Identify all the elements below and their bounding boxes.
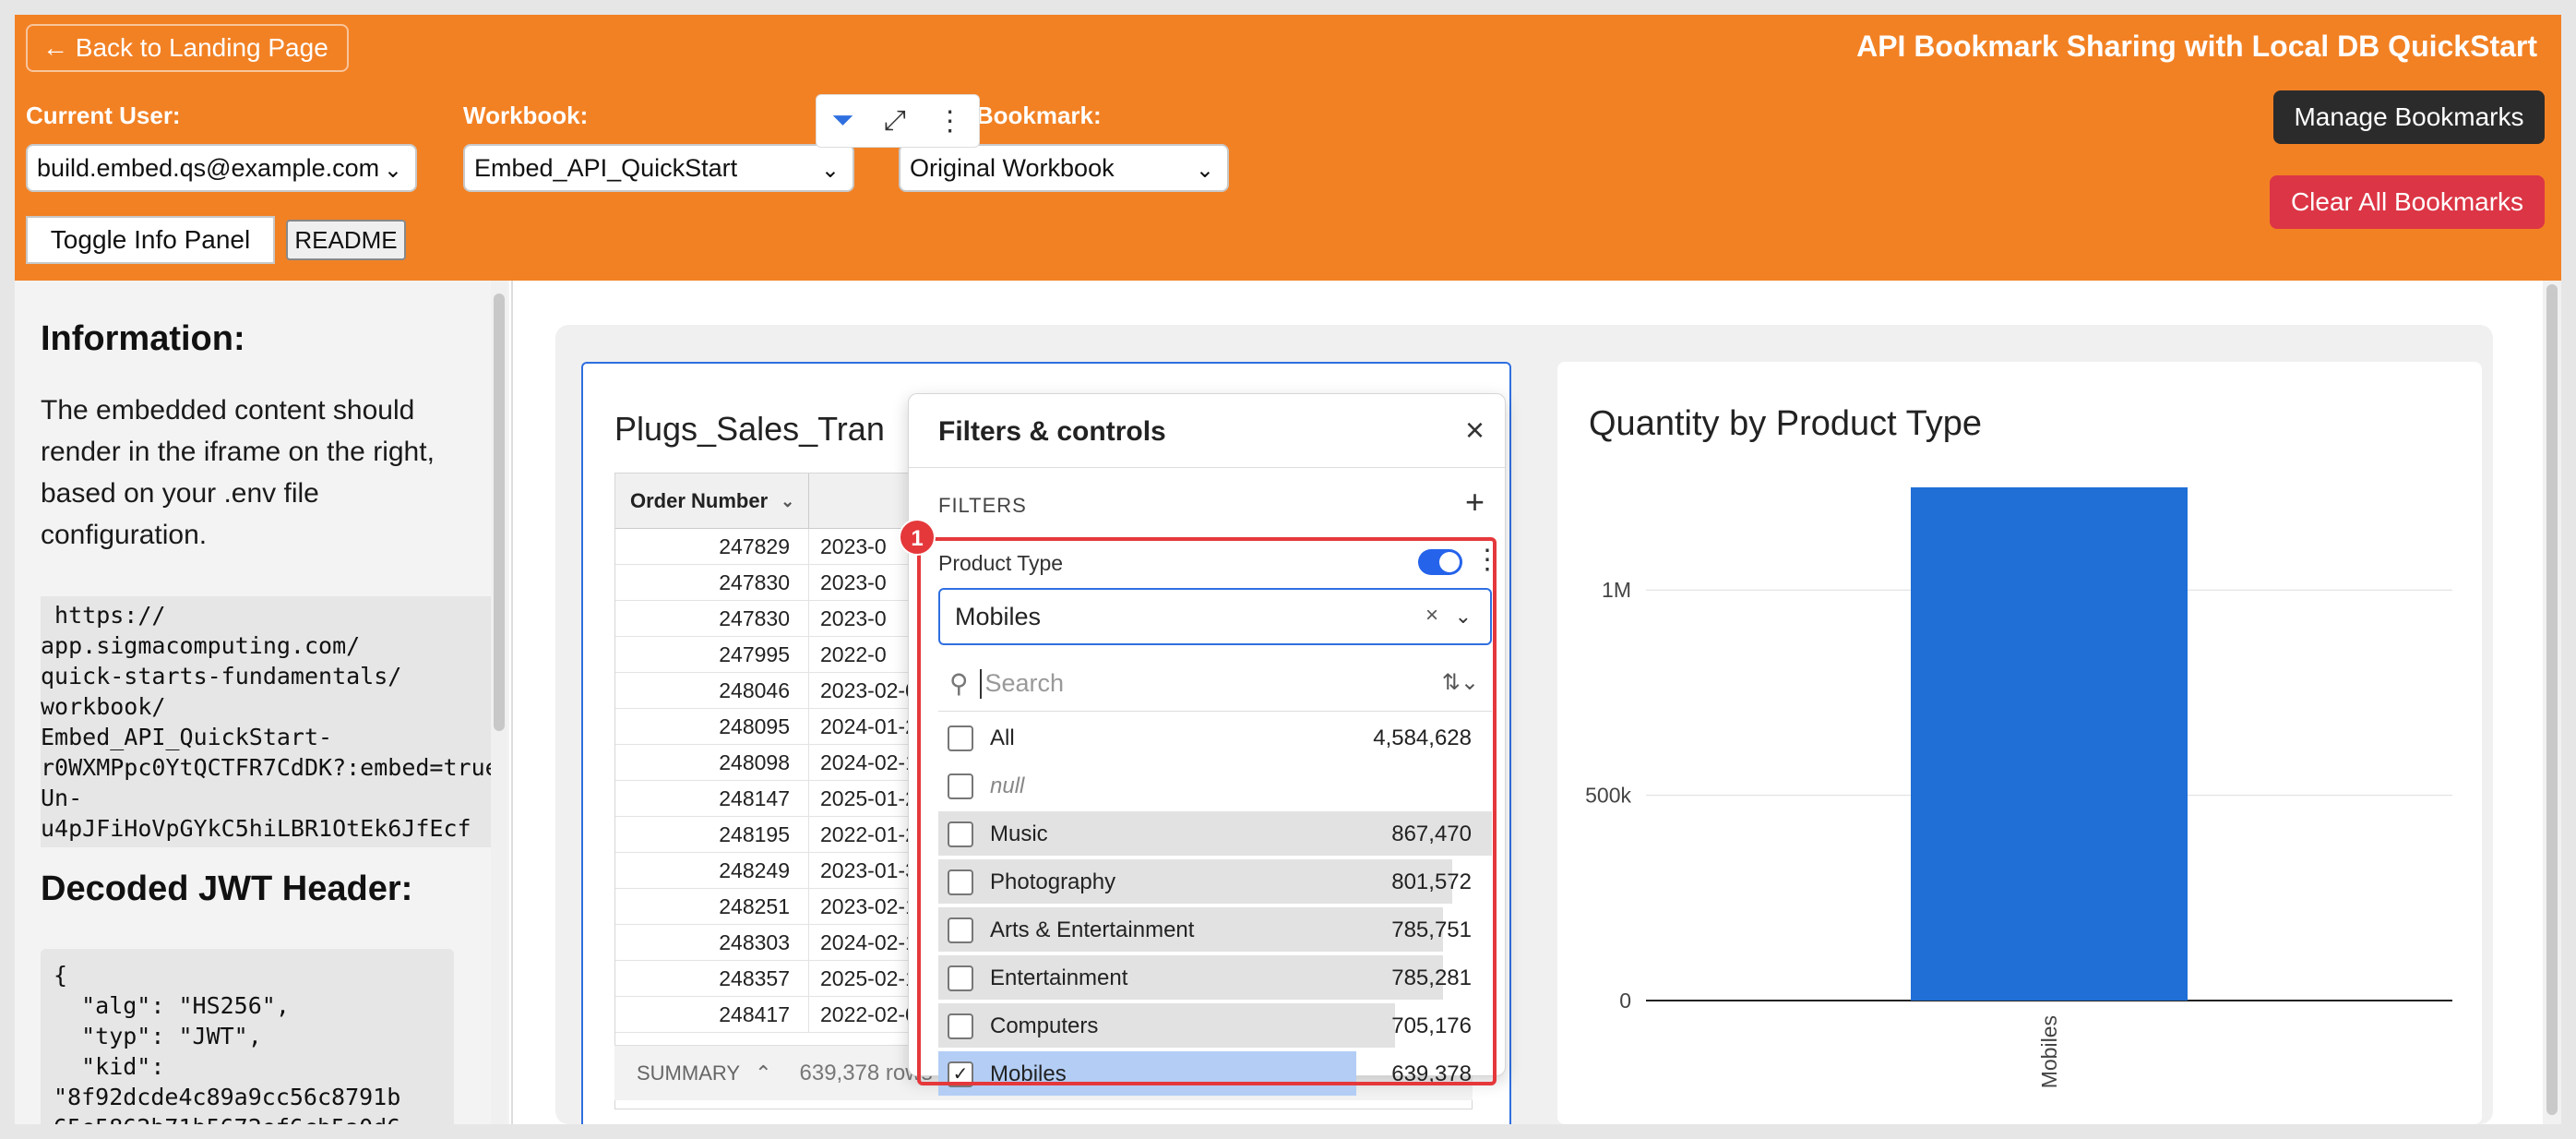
order-number-cell: 248303	[615, 925, 809, 961]
order-number-cell: 248251	[615, 889, 809, 925]
date-cell: 2024-02-1	[820, 930, 917, 954]
y-tick-label: 0	[1619, 989, 1631, 1013]
embed-iframe: Plugs_Sales_Tran Order Number ⌄ 247829 20…	[511, 281, 2561, 1124]
column-header-order-number[interactable]: Order Number ⌄	[615, 474, 809, 529]
order-number-cell: 247830	[615, 601, 809, 637]
date-cell: 2024-02-1	[820, 750, 917, 774]
chart-element[interactable]: Quantity by Product Type 0 500k 1M Mobiles	[1557, 362, 2482, 1124]
order-number-cell: 248249	[615, 853, 809, 889]
jwt-header-json: { "alg": "HS256", "typ": "JWT", "kid": "…	[41, 949, 454, 1124]
info-paragraph: The embedded content should render in th…	[41, 395, 435, 550]
order-number-cell: 247995	[615, 637, 809, 673]
summary-label: SUMMARY	[637, 1061, 741, 1085]
filters-section-label: FILTERS	[938, 494, 1027, 517]
manage-bookmarks-button[interactable]: Manage Bookmarks	[2273, 90, 2545, 144]
clear-all-bookmarks-button[interactable]: Clear All Bookmarks	[2270, 175, 2545, 229]
bar-mobiles[interactable]	[1911, 487, 2188, 1001]
workbook-label: Workbook:	[463, 102, 589, 129]
filter-icon[interactable]: ⏷	[831, 105, 853, 137]
current-user-value: build.embed.qs@example.com	[37, 153, 380, 182]
annotation-badge: 1	[899, 519, 936, 556]
add-filter-icon[interactable]: +	[1465, 483, 1485, 522]
info-panel: Information: The embedded content should…	[15, 281, 509, 1124]
scrollbar-thumb[interactable]	[2546, 284, 2558, 1115]
workbook-value: Embed_API_QuickStart	[474, 153, 738, 182]
info-panel-scrollbar[interactable]	[491, 281, 507, 1124]
embed-scrollbar[interactable]	[2543, 281, 2561, 1124]
current-user-select[interactable]: build.embed.qs@example.com ⌄	[26, 144, 417, 192]
more-options-icon[interactable]: ⋮	[936, 105, 964, 138]
embed-url: https:// app.sigmacomputing.com/ quick-s…	[41, 596, 502, 847]
chevron-down-icon[interactable]: ⌄	[781, 492, 794, 511]
order-number-cell: 247829	[615, 529, 809, 565]
app-frame: ← Back to Landing Page API Bookmark Shar…	[15, 15, 2561, 1124]
order-number-cell: 248195	[615, 817, 809, 853]
date-cell: 2022-01-2	[820, 822, 917, 846]
order-number-cell: 248095	[615, 709, 809, 745]
order-number-cell: 248357	[615, 961, 809, 997]
date-cell: 2022-0	[820, 642, 887, 666]
toggle-info-panel-button[interactable]: Toggle Info Panel	[26, 216, 275, 264]
back-to-landing-button[interactable]: ← Back to Landing Page	[26, 24, 349, 72]
current-user-label: Current User:	[26, 102, 181, 129]
y-tick-label: 1M	[1602, 578, 1631, 602]
date-cell: 2023-0	[820, 606, 887, 630]
expand-icon[interactable]: ⤢	[884, 105, 906, 137]
filters-panel-header: Filters & controls ×	[909, 394, 1505, 468]
saved-bookmark-select[interactable]: Original Workbook ⌄	[899, 144, 1229, 192]
order-number-cell: 247830	[615, 565, 809, 601]
close-icon[interactable]: ×	[1465, 411, 1485, 450]
app-header: ← Back to Landing Page API Bookmark Shar…	[15, 15, 2561, 281]
table-title: Plugs_Sales_Tran	[614, 410, 885, 448]
order-number-cell: 248147	[615, 781, 809, 817]
column-header-label: Order Number	[630, 489, 769, 512]
annotation-highlight-box	[917, 537, 1497, 1085]
readme-button[interactable]: README	[286, 220, 406, 260]
date-cell: 2023-01-3	[820, 858, 917, 882]
chevron-up-icon[interactable]: ⌃	[755, 1061, 771, 1085]
filters-panel-title: Filters & controls	[938, 416, 1166, 447]
date-cell: 2023-0	[820, 570, 887, 594]
info-heading: Information:	[41, 319, 245, 358]
date-cell: 2023-02-1	[820, 894, 917, 918]
bar-chart: 0 500k 1M Mobiles	[1585, 487, 2452, 1088]
date-cell: 2024-01-2	[820, 714, 917, 738]
date-cell: 2025-01-2	[820, 786, 917, 810]
date-cell: 2023-02-0	[820, 678, 917, 702]
date-cell: 2022-02-0	[820, 1002, 917, 1026]
app-title: API Bookmark Sharing with Local DB Quick…	[1856, 30, 2537, 63]
workbook-select[interactable]: Embed_API_QuickStart ⌄	[463, 144, 854, 192]
scrollbar-thumb[interactable]	[494, 294, 505, 731]
date-cell: 2023-0	[820, 534, 887, 558]
chevron-down-icon: ⌄	[1195, 158, 1214, 183]
order-number-cell: 248417	[615, 997, 809, 1033]
chevron-down-icon: ⌄	[383, 158, 402, 183]
order-number-cell: 248098	[615, 745, 809, 781]
jwt-header-heading: Decoded JWT Header:	[41, 869, 413, 908]
chevron-down-icon: ⌄	[820, 158, 840, 183]
element-toolbar: ⏷ ⤢ ⋮	[816, 94, 980, 148]
date-cell: 2025-02-1	[820, 966, 917, 990]
order-number-cell: 248046	[615, 673, 809, 709]
y-tick-label: 500k	[1585, 784, 1631, 808]
x-tick-label: Mobiles	[2037, 1015, 2061, 1088]
saved-bookmark-value: Original Workbook	[910, 153, 1115, 182]
